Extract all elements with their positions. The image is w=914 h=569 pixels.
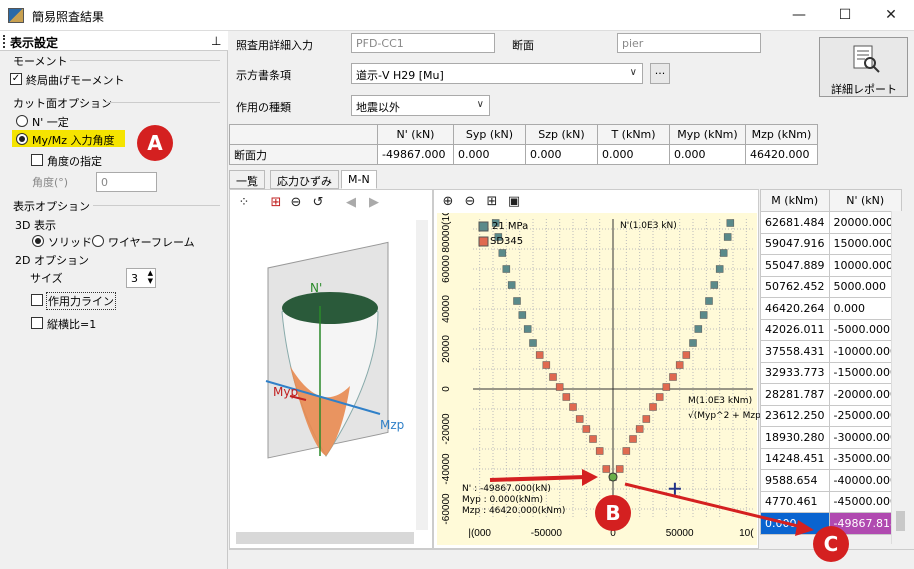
annotation-overlay	[489, 469, 814, 536]
callout-c: C	[813, 526, 849, 562]
callout-a: A	[137, 125, 173, 161]
callout-b: B	[595, 495, 631, 531]
